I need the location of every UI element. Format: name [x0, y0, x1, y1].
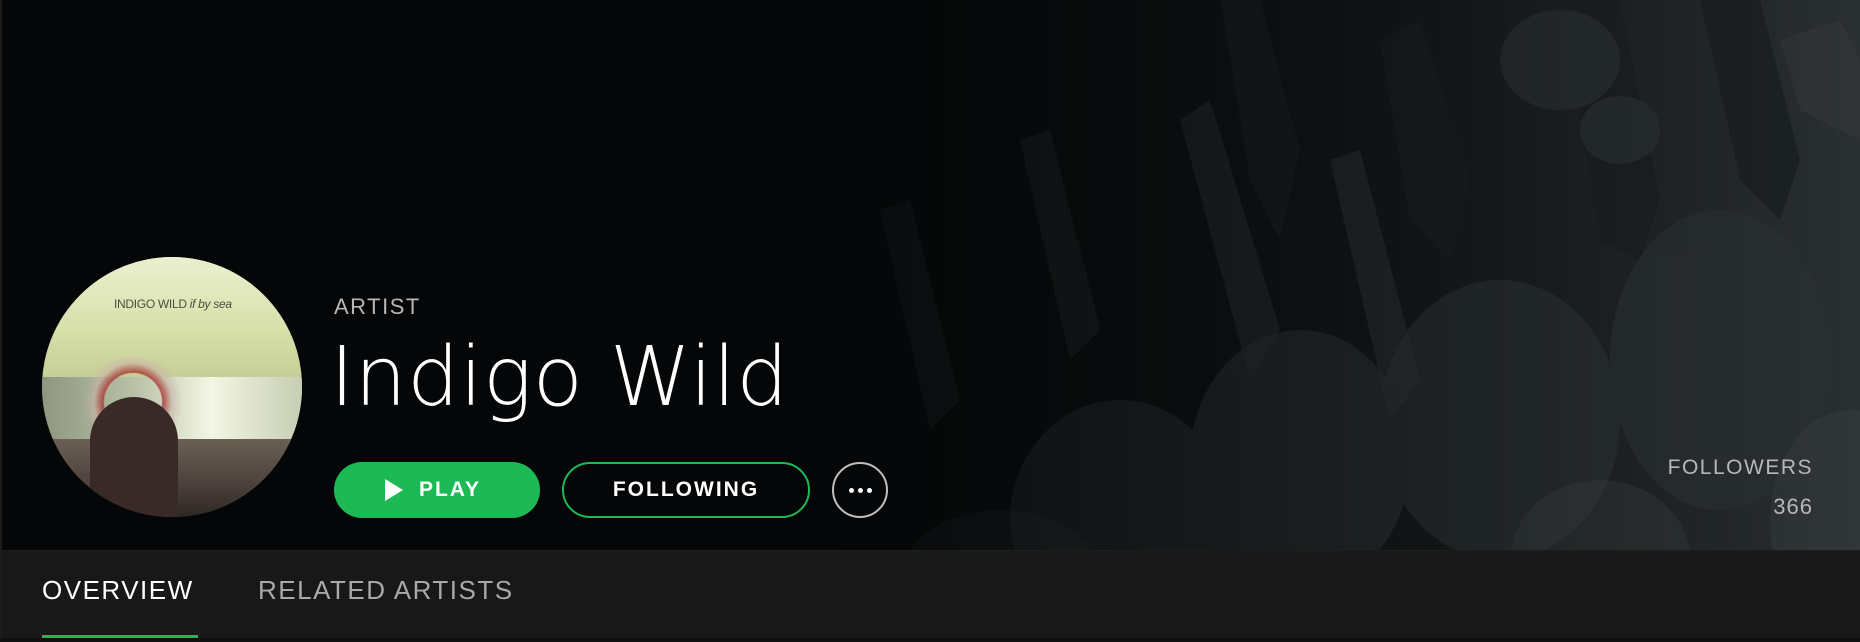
play-button-label: PLAY [418, 478, 482, 501]
artist-page: INDIGO WILD if by sea ARTIST Indigo Wild… [0, 0, 1860, 642]
avatar-art-title: INDIGO WILD [114, 297, 187, 311]
ellipsis-icon [848, 487, 854, 493]
followers-label: FOLLOWERS [1667, 456, 1813, 479]
play-icon [384, 479, 403, 501]
avatar-art-text: INDIGO WILD if by sea [114, 297, 232, 311]
ellipsis-icon-dot [866, 487, 872, 493]
ellipsis-icon-dot [857, 487, 863, 493]
window-bottom-edge [0, 638, 1860, 642]
tab-overview[interactable]: OVERVIEW [42, 575, 194, 606]
following-button[interactable]: FOLLOWING [562, 462, 810, 518]
avatar-sky [42, 257, 302, 382]
tab-related-artists[interactable]: RELATED ARTISTS [258, 575, 514, 606]
artist-name: Indigo Wild [330, 330, 789, 425]
followers-count: 366 [1773, 494, 1813, 519]
entity-kind-label: ARTIST [334, 294, 421, 319]
followers-stat: FOLLOWERS 366 [1668, 456, 1813, 520]
avatar-figure [90, 397, 178, 517]
avatar-art-subtitle: if by sea [189, 297, 232, 311]
more-options-button[interactable] [832, 462, 888, 518]
following-button-label: FOLLOWING [612, 478, 760, 501]
artist-avatar: INDIGO WILD if by sea [42, 257, 302, 517]
play-button[interactable]: PLAY [334, 462, 540, 518]
window-edge [0, 0, 2, 642]
artist-tab-bar: OVERVIEW RELATED ARTISTS [0, 550, 1860, 642]
